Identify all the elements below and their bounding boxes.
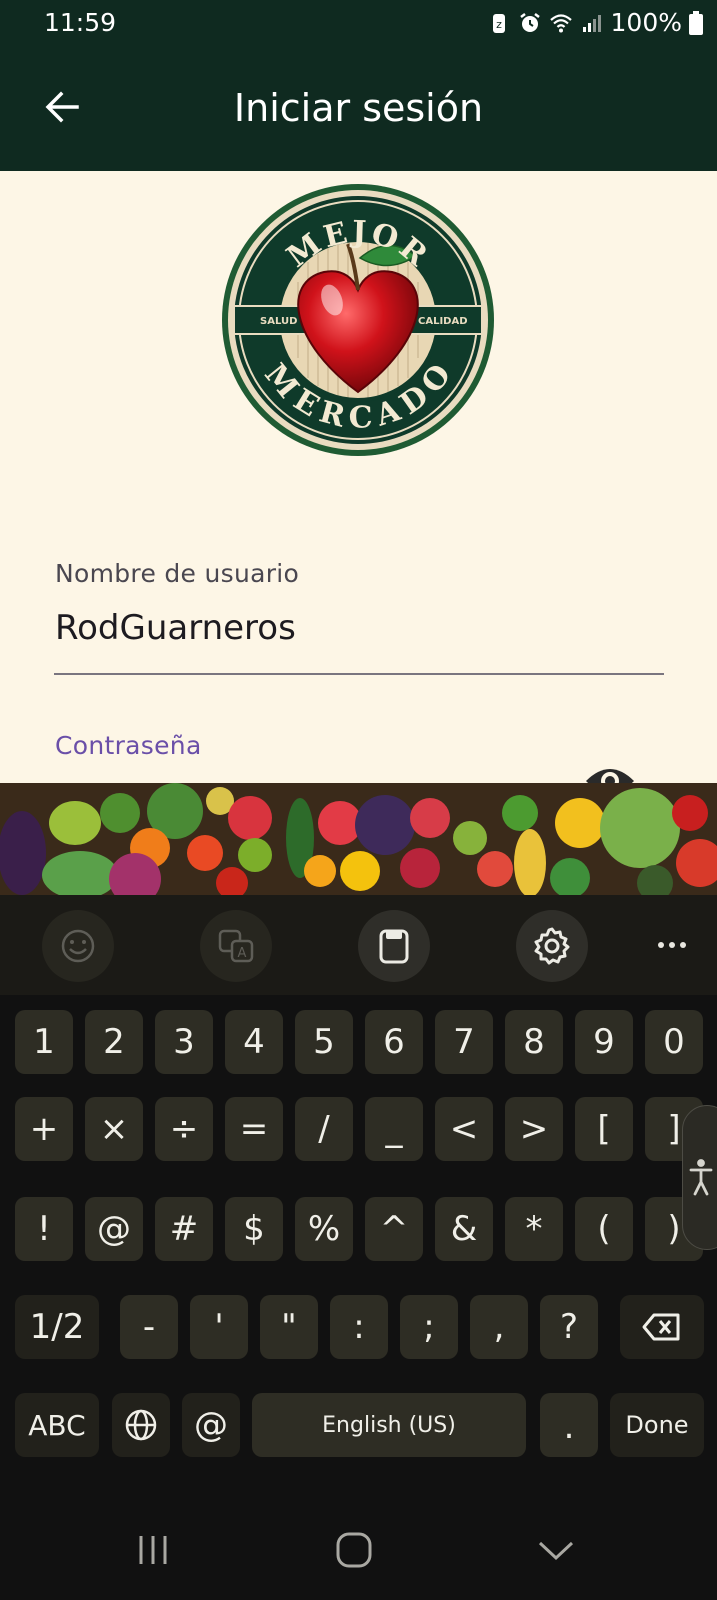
key-quote[interactable]: ": [260, 1295, 318, 1359]
key-greater-than[interactable]: >: [505, 1097, 563, 1161]
key-0[interactable]: 0: [645, 1010, 703, 1074]
status-time: 11:59: [44, 8, 117, 37]
emoji-button[interactable]: [42, 910, 114, 982]
home-icon: [336, 1532, 372, 1568]
key-slash[interactable]: /: [295, 1097, 353, 1161]
recents-icon: [139, 1536, 167, 1564]
key-abc[interactable]: ABC: [15, 1393, 99, 1457]
system-nav-bar: [0, 1500, 717, 1600]
home-button[interactable]: [314, 1520, 394, 1580]
key-at[interactable]: @: [85, 1197, 143, 1261]
logo-left-text: SALUD: [260, 316, 297, 327]
language-key[interactable]: [112, 1393, 170, 1457]
accessibility-icon: [689, 1158, 713, 1195]
eye-icon[interactable]: [584, 759, 636, 783]
key-caret[interactable]: ^: [365, 1197, 423, 1261]
key-comma[interactable]: ,: [470, 1295, 528, 1359]
key-ampersand[interactable]: &: [435, 1197, 493, 1261]
key-4[interactable]: 4: [225, 1010, 283, 1074]
wifi-icon: [549, 13, 572, 32]
more-icon: [658, 942, 664, 948]
backspace-icon: [642, 1313, 680, 1341]
clipboard-button[interactable]: [358, 910, 430, 982]
status-icons: z 100%: [487, 8, 703, 37]
status-bar: 11:59 z 100%: [0, 0, 717, 50]
key-colon[interactable]: :: [330, 1295, 388, 1359]
key-5[interactable]: 5: [295, 1010, 353, 1074]
key-semicolon[interactable]: ;: [400, 1295, 458, 1359]
recents-button[interactable]: [113, 1520, 193, 1580]
accessibility-handle[interactable]: [682, 1105, 717, 1250]
key-1[interactable]: 1: [15, 1010, 73, 1074]
keyboard-toolbar: A: [0, 895, 717, 995]
svg-text:A: A: [238, 946, 247, 961]
key-3[interactable]: 3: [155, 1010, 213, 1074]
signal-icon: [582, 14, 601, 32]
back-nav-button[interactable]: [516, 1520, 596, 1580]
key-hyphen[interactable]: -: [120, 1295, 178, 1359]
battery-icon: [689, 10, 703, 35]
more-icon-dot: [680, 942, 686, 948]
key-dollar[interactable]: $: [225, 1197, 283, 1261]
app-bar: Iniciar sesión: [0, 50, 717, 171]
key-multiply[interactable]: ×: [85, 1097, 143, 1161]
more-button[interactable]: [642, 925, 702, 965]
clipboard-icon: [379, 929, 409, 964]
page-title: Iniciar sesión: [233, 86, 484, 130]
key-symbols-page[interactable]: 1/2: [15, 1295, 99, 1359]
key-open-paren[interactable]: (: [575, 1197, 633, 1261]
key-2[interactable]: 2: [85, 1010, 143, 1074]
logo-right-text: CALIDAD: [418, 316, 468, 327]
key-plus[interactable]: +: [15, 1097, 73, 1161]
key-period[interactable]: .: [540, 1393, 598, 1457]
key-hash[interactable]: #: [155, 1197, 213, 1261]
password-label[interactable]: Contraseña: [55, 731, 202, 760]
translate-icon: A: [218, 929, 254, 963]
key-question[interactable]: ?: [540, 1295, 598, 1359]
back-chevron-icon: [538, 1541, 574, 1561]
globe-icon: [125, 1409, 157, 1441]
settings-button[interactable]: [516, 910, 588, 982]
backspace-key[interactable]: [620, 1295, 704, 1359]
username-label: Nombre de usuario: [55, 559, 300, 588]
settings-icon: [534, 927, 570, 965]
key-less-than[interactable]: <: [435, 1097, 493, 1161]
on-screen-keyboard: A 1 2 3 4 5 6 7 8 9 0 + × ÷ = / _ < > [ …: [0, 895, 717, 1600]
done-button[interactable]: Done: [610, 1393, 704, 1457]
key-9[interactable]: 9: [575, 1010, 633, 1074]
battery-saver-icon: z: [492, 13, 505, 33]
key-8[interactable]: 8: [505, 1010, 563, 1074]
more-icon-dot: [669, 942, 675, 948]
produce-banner-image: [0, 783, 717, 895]
svg-text:z: z: [496, 18, 502, 31]
login-content: SALUD CALIDAD MEJOR MERCADO Nombre de us…: [0, 171, 717, 783]
key-divide[interactable]: ÷: [155, 1097, 213, 1161]
username-underline: [54, 673, 664, 675]
key-6[interactable]: 6: [365, 1010, 423, 1074]
key-percent[interactable]: %: [295, 1197, 353, 1261]
username-input[interactable]: RodGuarneros: [55, 608, 296, 648]
translate-button[interactable]: A: [200, 910, 272, 982]
key-7[interactable]: 7: [435, 1010, 493, 1074]
battery-percent: 100%: [610, 8, 682, 37]
key-underscore[interactable]: _: [365, 1097, 423, 1161]
key-equals[interactable]: =: [225, 1097, 283, 1161]
alarm-icon: [519, 12, 540, 32]
key-exclamation[interactable]: !: [15, 1197, 73, 1261]
key-asterisk[interactable]: *: [505, 1197, 563, 1261]
key-at-bottom[interactable]: @: [182, 1393, 240, 1457]
emoji-icon: [61, 929, 95, 963]
mejor-mercado-logo: SALUD CALIDAD MEJOR MERCADO: [222, 184, 494, 456]
space-bar[interactable]: English (US): [252, 1393, 526, 1457]
key-open-bracket[interactable]: [: [575, 1097, 633, 1161]
key-apostrophe[interactable]: ': [190, 1295, 248, 1359]
